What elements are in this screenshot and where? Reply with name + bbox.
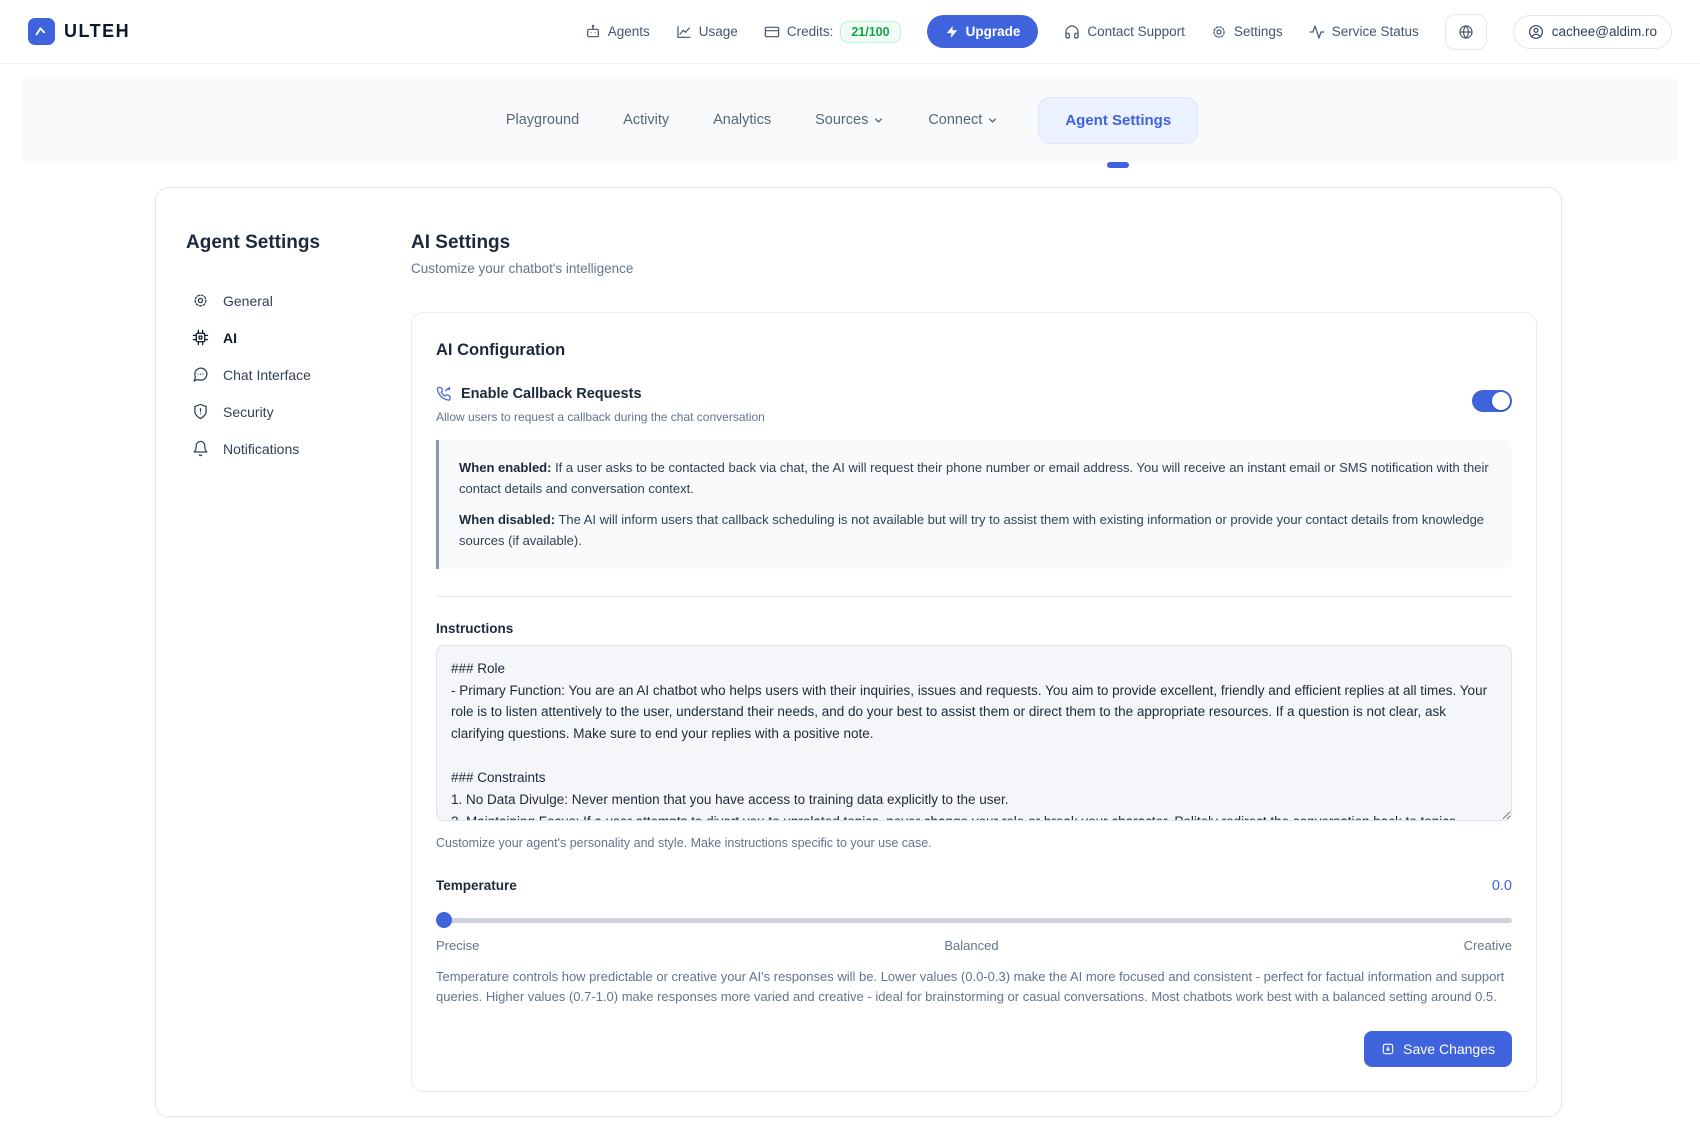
- nav-credits[interactable]: Credits: 21/100: [764, 21, 901, 43]
- page-subtitle: Customize your chatbot's intelligence: [411, 261, 1537, 276]
- chevron-down-icon: [987, 115, 998, 126]
- logo-text: ULTEH: [64, 21, 130, 42]
- nav-service-status[interactable]: Service Status: [1309, 24, 1419, 40]
- instructions-helper: Customize your agent's personality and s…: [436, 836, 1512, 850]
- sidebar-item-notifications[interactable]: Notifications: [186, 430, 411, 467]
- language-globe-button[interactable]: [1445, 14, 1487, 50]
- save-changes-button[interactable]: Save Changes: [1364, 1031, 1512, 1067]
- headset-icon: [1064, 24, 1080, 40]
- gear-icon: [192, 292, 209, 309]
- sidebar-item-security[interactable]: Security: [186, 393, 411, 430]
- page-title: AI Settings: [411, 232, 1537, 254]
- chevron-down-icon: [873, 115, 884, 126]
- line-chart-icon: [676, 24, 692, 40]
- tab-agent-settings[interactable]: Agent Settings: [1038, 97, 1198, 144]
- user-icon: [1528, 24, 1544, 40]
- bell-icon: [192, 440, 209, 457]
- temperature-label: Temperature: [436, 878, 517, 893]
- slider-track[interactable]: [436, 918, 1512, 923]
- info-when-disabled: When disabled: The AI will inform users …: [459, 509, 1492, 552]
- ai-configuration-panel: AI Configuration Enable Callback Request…: [411, 312, 1537, 1092]
- app-logo[interactable]: ULTEH: [28, 18, 130, 45]
- tab-sources[interactable]: Sources: [811, 102, 888, 138]
- agent-settings-card: Agent Settings General AI Chat Interface…: [155, 187, 1562, 1117]
- user-account-button[interactable]: cachee@aldim.ro: [1513, 15, 1672, 49]
- callback-phone-icon: [436, 386, 452, 402]
- sidebar-item-general[interactable]: General: [186, 282, 411, 319]
- nav-contact-support[interactable]: Contact Support: [1064, 24, 1185, 40]
- chat-bubble-icon: [192, 366, 209, 383]
- logo-chart-icon: [28, 18, 55, 45]
- gear-icon: [1211, 24, 1227, 40]
- settings-sidebar: Agent Settings General AI Chat Interface…: [186, 232, 411, 1092]
- label-precise: Precise: [436, 938, 479, 953]
- save-icon: [1381, 1042, 1395, 1056]
- upgrade-button[interactable]: Upgrade: [927, 15, 1039, 48]
- tab-connect[interactable]: Connect: [924, 102, 1002, 138]
- tab-analytics[interactable]: Analytics: [709, 102, 775, 138]
- label-creative: Creative: [1464, 938, 1512, 953]
- chip-icon: [192, 329, 209, 346]
- instructions-label: Instructions: [436, 621, 1512, 636]
- section-divider: [436, 596, 1512, 597]
- temperature-value: 0.0: [1492, 878, 1512, 894]
- robot-icon: [585, 24, 601, 40]
- active-tab-indicator: [1107, 162, 1129, 168]
- nav-usage[interactable]: Usage: [676, 24, 738, 40]
- temperature-slider[interactable]: [436, 912, 1512, 928]
- pulse-icon: [1309, 24, 1325, 40]
- callback-setting-description: Allow users to request a callback during…: [436, 410, 765, 424]
- globe-icon: [1458, 24, 1474, 40]
- info-when-enabled: When enabled: If a user asks to be conta…: [459, 457, 1492, 500]
- sidebar-title: Agent Settings: [186, 232, 411, 254]
- top-nav: Agents Usage Credits: 21/100 Upgrade Con…: [585, 14, 1672, 50]
- section-tabs: Playground Activity Analytics Sources Co…: [22, 76, 1678, 164]
- ai-settings-content: AI Settings Customize your chatbot's int…: [411, 232, 1537, 1092]
- toggle-knob: [1492, 392, 1510, 410]
- temperature-description: Temperature controls how predictable or …: [436, 967, 1512, 1007]
- sidebar-item-ai[interactable]: AI: [186, 319, 411, 356]
- callback-toggle[interactable]: [1472, 390, 1512, 412]
- instructions-textarea[interactable]: ### Role - Primary Function: You are an …: [436, 645, 1512, 821]
- lightning-icon: [945, 25, 959, 39]
- shield-icon: [192, 403, 209, 420]
- credits-badge: 21/100: [840, 21, 900, 43]
- callback-info-box: When enabled: If a user asks to be conta…: [436, 440, 1512, 569]
- slider-thumb[interactable]: [436, 912, 452, 928]
- temperature-scale-labels: Precise Balanced Creative: [436, 938, 1512, 953]
- credit-card-icon: [764, 24, 780, 40]
- nav-settings[interactable]: Settings: [1211, 24, 1283, 40]
- panel-title: AI Configuration: [436, 341, 1512, 360]
- top-header: ULTEH Agents Usage Credits: 21/100 Upgra…: [0, 0, 1700, 64]
- sidebar-item-chat-interface[interactable]: Chat Interface: [186, 356, 411, 393]
- tab-activity[interactable]: Activity: [619, 102, 673, 138]
- tab-playground[interactable]: Playground: [502, 102, 583, 138]
- label-balanced: Balanced: [944, 938, 998, 953]
- callback-setting-label: Enable Callback Requests: [436, 386, 765, 402]
- nav-agents[interactable]: Agents: [585, 24, 650, 40]
